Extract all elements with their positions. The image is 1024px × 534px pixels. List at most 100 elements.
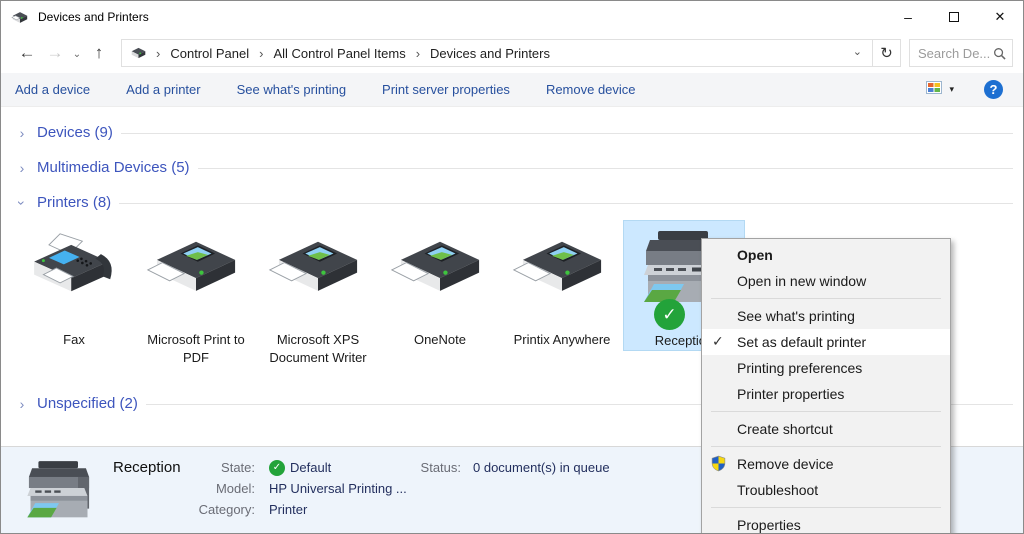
search-box[interactable]: [909, 39, 1013, 67]
menu-item-troubleshoot[interactable]: Troubleshoot: [702, 477, 950, 503]
chevron-down-icon: ›: [14, 196, 30, 210]
printer-app-icon: [11, 10, 31, 25]
group-label: Unspecified (2): [37, 395, 138, 412]
chevron-right-icon: ›: [15, 396, 29, 412]
uac-shield-icon: [710, 455, 727, 472]
checkmark-icon: ✓: [712, 333, 724, 350]
breadcrumb-separator[interactable]: ›: [149, 46, 167, 61]
menu-item-see-whats-printing[interactable]: See what's printing: [702, 303, 950, 329]
model-value: HP Universal Printing ...: [269, 478, 415, 499]
default-check-icon: ✓: [269, 460, 285, 476]
see-whats-printing-button[interactable]: See what's printing: [237, 82, 346, 97]
menu-item-open[interactable]: Open: [702, 242, 950, 268]
close-icon: ✕: [995, 9, 1006, 25]
recent-locations-chevron-icon[interactable]: ⌄: [69, 47, 85, 60]
menu-item-set-as-default-printer[interactable]: ✓ Set as default printer: [702, 329, 950, 355]
printer-context-menu: Open Open in new window See what's print…: [701, 238, 951, 534]
printer-tile-microsoft-print-to-pdf[interactable]: Microsoft Print to PDF: [135, 220, 257, 367]
category-label: Category:: [197, 499, 255, 520]
maximize-button[interactable]: [931, 1, 977, 33]
group-divider: [119, 203, 1013, 204]
breadcrumb-devices-and-printers[interactable]: Devices and Printers: [427, 46, 553, 61]
printer-tile-microsoft-xps-document-writer[interactable]: Microsoft XPS Document Writer: [257, 220, 379, 367]
printer-icon: [390, 232, 490, 311]
add-a-device-button[interactable]: Add a device: [15, 82, 90, 97]
printer-icon: [146, 232, 246, 311]
state-value: ✓ Default: [269, 457, 415, 478]
group-label: Devices (9): [37, 124, 113, 141]
printer-tile-label: Fax: [63, 331, 85, 349]
category-value: Printer: [269, 499, 415, 520]
menu-item-open-in-new-window[interactable]: Open in new window: [702, 268, 950, 294]
navigation-bar: ← → ⌄ ↑ › Control Panel › All Control Pa…: [1, 33, 1023, 73]
group-divider: [121, 133, 1013, 134]
group-header-multimedia-devices[interactable]: › Multimedia Devices (5): [1, 150, 1023, 185]
fax-machine-icon: [23, 230, 125, 313]
group-header-devices[interactable]: › Devices (9): [1, 115, 1023, 150]
breadcrumb-separator[interactable]: ›: [409, 46, 427, 61]
printer-tile-label: Microsoft XPS Document Writer: [265, 331, 371, 367]
state-label: State:: [197, 457, 255, 478]
forward-button[interactable]: →: [41, 43, 69, 63]
menu-item-properties[interactable]: Properties: [702, 512, 950, 534]
printer-icon: [512, 232, 612, 311]
chevron-right-icon: ›: [15, 160, 29, 176]
add-a-printer-button[interactable]: Add a printer: [126, 82, 200, 97]
view-options-icon: [926, 81, 942, 99]
breadcrumb-all-control-panel-items[interactable]: All Control Panel Items: [270, 46, 408, 61]
close-button[interactable]: ✕: [977, 1, 1023, 33]
menu-separator: [711, 298, 941, 299]
view-dropdown-arrow-icon: ▾: [949, 84, 954, 95]
up-button[interactable]: ↑: [85, 43, 113, 63]
details-values-column: ✓ Default HP Universal Printing ... Prin…: [269, 457, 415, 533]
check-icon: ✓: [662, 305, 676, 325]
menu-item-remove-device[interactable]: Remove device: [702, 451, 950, 477]
menu-item-create-shortcut[interactable]: Create shortcut: [702, 416, 950, 442]
default-printer-badge: ✓: [654, 299, 685, 330]
printer-tile-label: Printix Anywhere: [514, 331, 611, 349]
menu-separator: [711, 411, 941, 412]
printer-icon: [268, 232, 368, 311]
details-status-label-column: Status:: [415, 457, 461, 533]
window-title: Devices and Printers: [38, 10, 149, 24]
printer-tile-onenote[interactable]: OneNote: [379, 220, 501, 349]
menu-separator: [711, 446, 941, 447]
help-icon: ?: [990, 82, 998, 97]
menu-separator: [711, 507, 941, 508]
breadcrumb-printer-icon: [130, 46, 147, 60]
printer-tile-label: OneNote: [414, 331, 466, 349]
selected-printer-image: [21, 457, 99, 533]
group-label: Printers (8): [37, 194, 111, 211]
menu-item-printing-preferences[interactable]: Printing preferences: [702, 355, 950, 381]
printer-tile-label: Microsoft Print to PDF: [143, 331, 249, 367]
remove-device-button[interactable]: Remove device: [546, 82, 636, 97]
devices-and-printers-window: Devices and Printers – ✕ ← → ⌄ ↑ › Contr…: [0, 0, 1024, 534]
printer-tile-printix-anywhere[interactable]: Printix Anywhere: [501, 220, 623, 349]
breadcrumb-control-panel[interactable]: Control Panel: [167, 46, 252, 61]
command-toolbar: Add a device Add a printer See what's pr…: [1, 73, 1023, 107]
group-label: Multimedia Devices (5): [37, 159, 190, 176]
details-printer-name: Reception: [113, 457, 197, 533]
search-icon: [993, 47, 1006, 60]
search-input[interactable]: [918, 46, 993, 61]
model-label: Model:: [197, 478, 255, 499]
group-header-printers[interactable]: › Printers (8): [1, 185, 1023, 220]
print-server-properties-button[interactable]: Print server properties: [382, 82, 510, 97]
help-button[interactable]: ?: [984, 80, 1003, 99]
maximize-icon: [949, 12, 959, 22]
details-status-value-column: 0 document(s) in queue: [473, 457, 610, 533]
back-button[interactable]: ←: [13, 43, 41, 63]
printer-tile-fax[interactable]: Fax: [13, 220, 135, 349]
refresh-icon: ↻: [880, 44, 893, 62]
minimize-icon: –: [904, 9, 912, 25]
refresh-button[interactable]: ↻: [873, 39, 901, 67]
title-bar: Devices and Printers – ✕: [1, 1, 1023, 33]
status-label: Status:: [415, 457, 461, 478]
address-bar[interactable]: › Control Panel › All Control Panel Item…: [121, 39, 873, 67]
change-view-button[interactable]: ▾: [926, 81, 954, 99]
breadcrumb-separator[interactable]: ›: [252, 46, 270, 61]
address-dropdown-chevron-icon[interactable]: ⌄: [849, 45, 866, 61]
minimize-button[interactable]: –: [885, 1, 931, 33]
chevron-right-icon: ›: [15, 125, 29, 141]
menu-item-printer-properties[interactable]: Printer properties: [702, 381, 950, 407]
